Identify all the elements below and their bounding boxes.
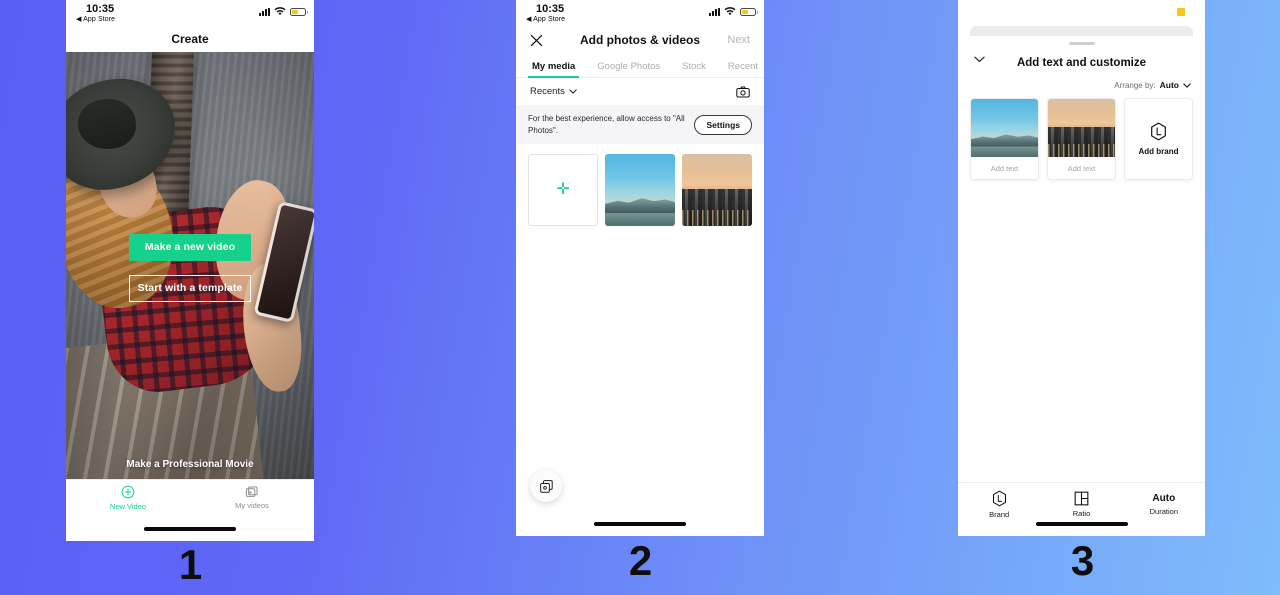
cellular-signal-icon <box>709 7 720 16</box>
phone-screen-3: Add text and customize Arrange by: Auto … <box>958 0 1205 536</box>
sheet-title: Add text and customize <box>1016 57 1147 69</box>
battery-icon <box>290 7 308 16</box>
start-with-a-template-button[interactable]: Start with a template <box>129 274 251 302</box>
tab-google-photos[interactable]: Google Photos <box>597 61 660 77</box>
camera-icon[interactable] <box>736 85 750 98</box>
aspect-ratio-icon <box>1074 491 1089 505</box>
filter-row: Recents <box>516 78 764 105</box>
battery-icon <box>740 7 758 16</box>
add-brand-label: Add brand <box>1138 147 1179 156</box>
status-back-to-app-store: ◀ App Store <box>526 16 566 23</box>
scene-cards: Add text Add text Add brand <box>958 90 1205 180</box>
tab-stock[interactable]: Stock <box>682 61 706 77</box>
home-indicator-2 <box>516 522 764 536</box>
media-list-area <box>516 236 764 522</box>
scene-card-sunset-cityscape-photo[interactable]: Add text <box>1047 98 1116 180</box>
phone-screen-2: 10:35 ◀ App Store Add photos & videos Ne… <box>516 0 764 536</box>
chevron-down-icon <box>1183 82 1191 88</box>
cellular-signal-icon <box>259 7 270 16</box>
page-title: Create <box>171 31 209 46</box>
hero-actions: Make a new video Start with a template <box>66 233 314 302</box>
tab-my-videos-label: My videos <box>235 501 269 511</box>
media-grid: ✛ <box>516 144 764 236</box>
battery-icon <box>1177 8 1185 16</box>
add-text-field-2[interactable]: Add text <box>1048 157 1115 179</box>
scene-thumbnail <box>1048 99 1115 157</box>
step-number-3: 3 <box>1070 537 1094 584</box>
tool-duration-label: Duration <box>1149 506 1178 516</box>
tab-recent[interactable]: Recent <box>728 61 758 77</box>
next-button[interactable]: Next <box>727 34 750 46</box>
status-bar-2: 10:35 ◀ App Store <box>516 0 764 26</box>
photo-permission-banner: For the best experience, allow access to… <box>516 105 764 145</box>
tool-ratio[interactable]: Ratio <box>1040 491 1122 518</box>
scene-card-sky-mountain-photo[interactable]: Add text <box>970 98 1039 180</box>
status-icons <box>259 7 308 16</box>
status-time: 10:35 <box>536 3 565 15</box>
hexagon-l-logo-icon <box>992 490 1006 506</box>
status-bar-3 <box>958 0 1205 26</box>
arrange-by-control[interactable]: Arrange by: Auto <box>958 74 1205 90</box>
chevron-down-icon[interactable] <box>974 56 985 63</box>
add-brand-card[interactable]: Add brand <box>1124 98 1193 180</box>
status-icons <box>709 7 758 16</box>
status-time: 10:35 <box>86 3 115 15</box>
settings-button[interactable]: Settings <box>694 114 752 135</box>
tab-new-video[interactable]: New Video <box>66 485 190 511</box>
tool-duration[interactable]: Auto Duration <box>1123 493 1205 516</box>
duration-value: Auto <box>1152 492 1176 504</box>
arrange-by-label: Arrange by: <box>1114 80 1156 90</box>
chevron-down-icon <box>569 89 577 94</box>
sheet-backdrop-edge <box>970 26 1193 36</box>
hero-caption: Make a Professional Movie <box>126 459 254 471</box>
hero-section: Make a new video Start with a template M… <box>66 51 314 480</box>
step-number-1: 1 <box>178 541 202 588</box>
hexagon-l-logo-icon <box>1151 122 1166 141</box>
media-tile-sunset-cityscape-photo[interactable] <box>682 154 752 227</box>
tab-my-media[interactable]: My media <box>527 61 580 79</box>
home-indicator-3 <box>958 522 1205 536</box>
nav-bar-2: Add photos & videos Next <box>516 26 764 54</box>
add-text-field-1[interactable]: Add text <box>971 157 1038 179</box>
status-back-to-app-store: ◀ App Store <box>76 16 116 23</box>
step-number-2: 2 <box>628 537 652 584</box>
permission-banner-text: For the best experience, allow access to… <box>528 114 685 135</box>
photo-stack-icon <box>539 479 553 493</box>
phone-screen-1: 10:35 ◀ App Store Create Make a new vide… <box>66 0 314 541</box>
tool-brand-label: Brand <box>989 509 1010 519</box>
make-a-new-video-button[interactable]: Make a new video <box>129 233 251 261</box>
plus-circle-icon <box>121 485 135 499</box>
home-indicator-1 <box>66 527 314 541</box>
media-tile-sky-mountain-photo[interactable] <box>605 154 676 227</box>
arrange-by-value: Auto <box>1159 80 1179 90</box>
bottom-toolbar-3: Brand Ratio Auto Duration <box>958 482 1205 522</box>
recents-dropdown[interactable]: Recents <box>530 86 577 97</box>
media-source-tabs: My media Google Photos Stock Recent <box>516 54 764 79</box>
screenshot-stage: 10:35 ◀ App Store Create Make a new vide… <box>0 0 1280 595</box>
sheet-grab-handle[interactable] <box>1068 42 1095 45</box>
wifi-icon <box>274 7 286 16</box>
tool-ratio-label: Ratio <box>1072 508 1091 518</box>
recents-label: Recents <box>530 86 565 97</box>
tab-new-video-label: New Video <box>109 502 147 512</box>
plus-icon: ✛ <box>556 181 570 199</box>
scene-thumbnail <box>971 99 1038 157</box>
video-stack-icon <box>245 486 258 498</box>
sheet-header: Add text and customize <box>958 54 1205 74</box>
tool-brand[interactable]: Brand <box>958 490 1040 519</box>
photo-stack-fab-button[interactable] <box>530 470 562 502</box>
editor-canvas-area <box>958 180 1205 482</box>
add-media-tile[interactable]: ✛ <box>528 154 599 227</box>
wifi-icon <box>724 7 736 16</box>
customize-sheet: Add text and customize Arrange by: Auto … <box>958 36 1205 180</box>
tab-my-videos[interactable]: My videos <box>190 485 314 510</box>
status-bar-1: 10:35 ◀ App Store <box>66 0 314 26</box>
bottom-tab-bar-1: New Video My videos <box>66 479 314 528</box>
